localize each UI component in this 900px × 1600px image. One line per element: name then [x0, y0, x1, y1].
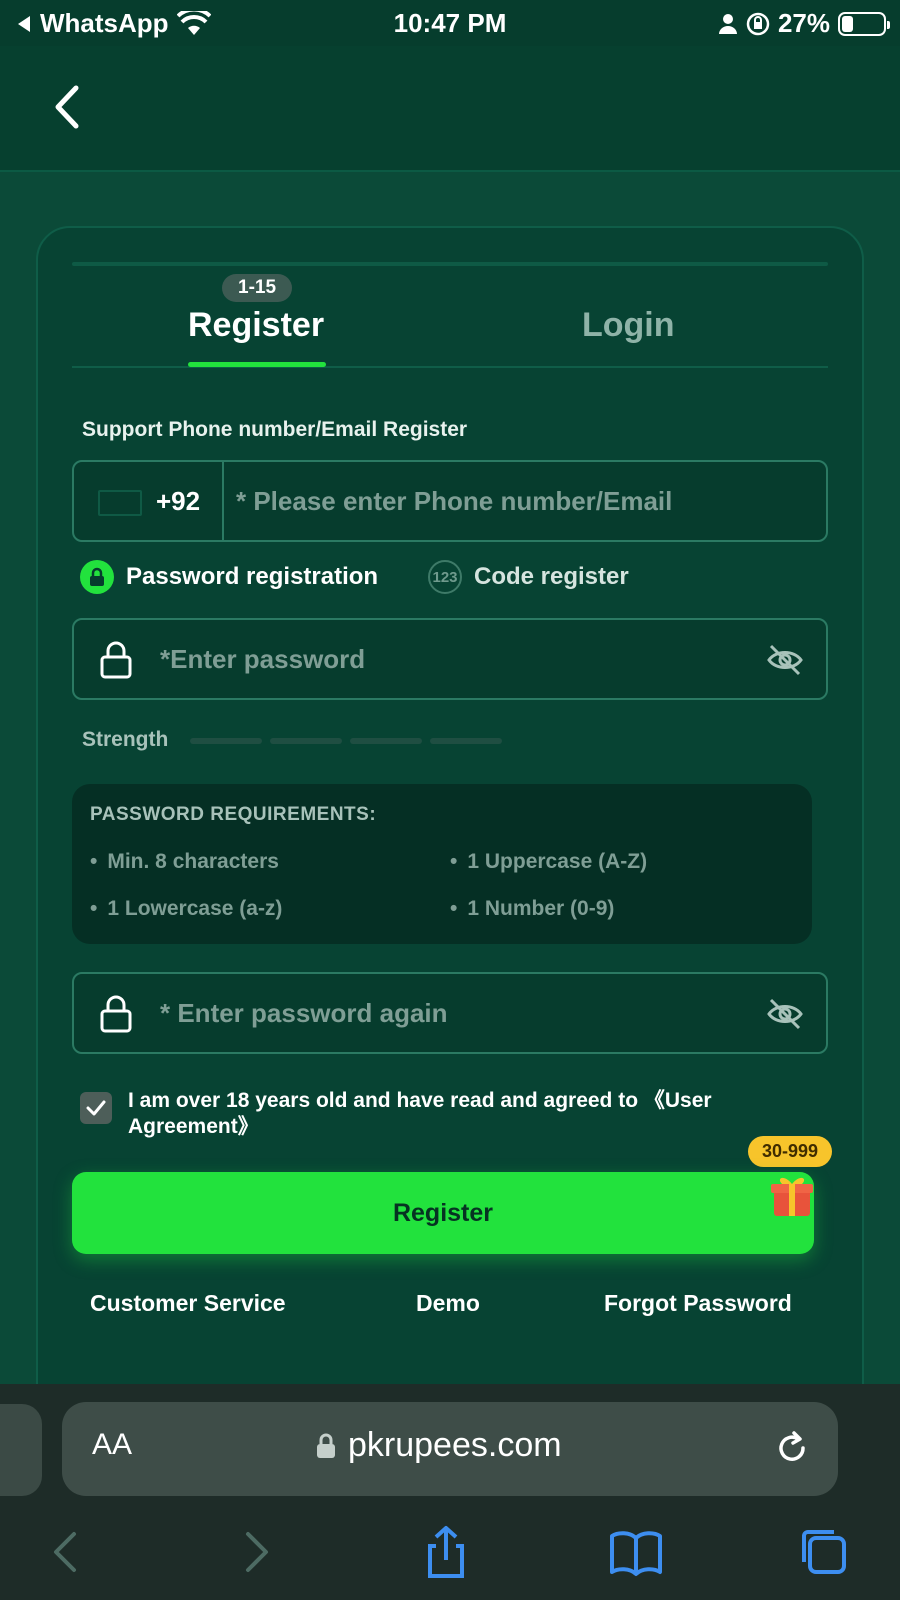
country-flag-icon[interactable]: [98, 490, 142, 516]
share-icon[interactable]: [418, 1524, 474, 1580]
agreement-text[interactable]: I am over 18 years old and have read and…: [128, 1088, 748, 1140]
requirement-item: 1 Uppercase (A-Z): [450, 850, 647, 874]
confirm-password-field[interactable]: * Enter password again: [72, 972, 828, 1054]
code-mode-icon: 123: [428, 560, 462, 594]
customer-service-link[interactable]: Customer Service: [90, 1290, 286, 1317]
agreement-row: I am over 18 years old and have read and…: [80, 1088, 748, 1140]
browser-back-icon[interactable]: [40, 1524, 96, 1580]
url-text: pkrupees.com: [348, 1426, 562, 1464]
strength-bar: [430, 738, 502, 744]
rotation-lock-icon: [746, 12, 770, 35]
forgot-password-link[interactable]: Forgot Password: [604, 1290, 792, 1317]
address-bar[interactable]: AA pkrupees.com: [62, 1402, 838, 1496]
browser-toolbar: AA pkrupees.com: [0, 1384, 900, 1600]
agreement-checkbox[interactable]: [80, 1092, 112, 1124]
phone-email-placeholder[interactable]: * Please enter Phone number/Email: [236, 486, 672, 517]
confirm-password-placeholder[interactable]: * Enter password again: [160, 998, 448, 1029]
bookmarks-icon[interactable]: [608, 1524, 664, 1580]
support-label: Support Phone number/Email Register: [82, 418, 468, 441]
lock-icon: [317, 1433, 335, 1458]
text-size-button[interactable]: AA: [92, 1428, 132, 1462]
previous-tab-preview[interactable]: [0, 1404, 42, 1496]
browser-forward-icon[interactable]: [226, 1524, 282, 1580]
back-chevron-icon[interactable]: [48, 82, 88, 132]
gift-icon: [771, 1177, 813, 1216]
status-bar: WhatsApp 10:47 PM 27%: [0, 0, 900, 46]
battery-icon: [838, 11, 890, 36]
bonus-badge: 30-999: [748, 1136, 833, 1167]
requirement-item: 1 Lowercase (a-z): [90, 897, 282, 921]
strength-bar: [190, 738, 262, 744]
lock-icon: [100, 995, 132, 1033]
browser-nav-row: [0, 1524, 900, 1584]
person-icon: [718, 13, 737, 34]
field-divider: [222, 462, 224, 540]
eye-off-icon[interactable]: [766, 996, 804, 1032]
tab-login[interactable]: Login: [582, 306, 675, 345]
reload-icon[interactable]: [772, 1428, 812, 1468]
strength-label: Strength: [82, 728, 169, 751]
strength-bar: [350, 738, 422, 744]
password-requirements: PASSWORD REQUIREMENTS: Min. 8 characters…: [72, 784, 812, 944]
mode-password-registration[interactable]: Password registration: [80, 560, 378, 594]
strength-bar: [270, 738, 342, 744]
country-code[interactable]: +92: [156, 486, 200, 517]
text-size-label: AA: [92, 1428, 133, 1461]
auth-tabs: 1-15 Register Login: [72, 268, 828, 368]
auth-card: 1-15 Register Login Support Phone number…: [36, 226, 864, 1426]
card-divider: [72, 262, 828, 266]
tabs-icon[interactable]: [796, 1524, 852, 1580]
password-mode-icon: [80, 560, 114, 594]
register-button-label: Register: [392, 1198, 494, 1227]
register-button[interactable]: Register: [72, 1172, 814, 1254]
page-header: [0, 46, 900, 172]
demo-link[interactable]: Demo: [416, 1290, 480, 1317]
lock-icon: [100, 641, 132, 679]
requirements-title: PASSWORD REQUIREMENTS:: [90, 804, 377, 825]
requirement-item: Min. 8 characters: [90, 850, 279, 874]
active-tab-indicator: [188, 362, 326, 367]
url-display[interactable]: pkrupees.com: [316, 1426, 562, 1465]
tab-register[interactable]: Register: [188, 306, 324, 345]
eye-off-icon[interactable]: [766, 642, 804, 678]
checkmark-icon: [86, 1100, 106, 1116]
register-tab-badge: 1-15: [222, 274, 293, 302]
phone-email-field[interactable]: +92 * Please enter Phone number/Email: [72, 460, 828, 542]
requirement-item: 1 Number (0-9): [450, 897, 614, 921]
battery-percent: 27%: [777, 8, 830, 38]
mode-code-label: Code register: [474, 563, 629, 590]
mode-code-register[interactable]: 123 Code register: [428, 560, 629, 594]
mode-password-label: Password registration: [126, 563, 379, 590]
strength-meter: [190, 738, 502, 744]
password-placeholder[interactable]: *Enter password: [160, 644, 365, 675]
password-field[interactable]: *Enter password: [72, 618, 828, 700]
